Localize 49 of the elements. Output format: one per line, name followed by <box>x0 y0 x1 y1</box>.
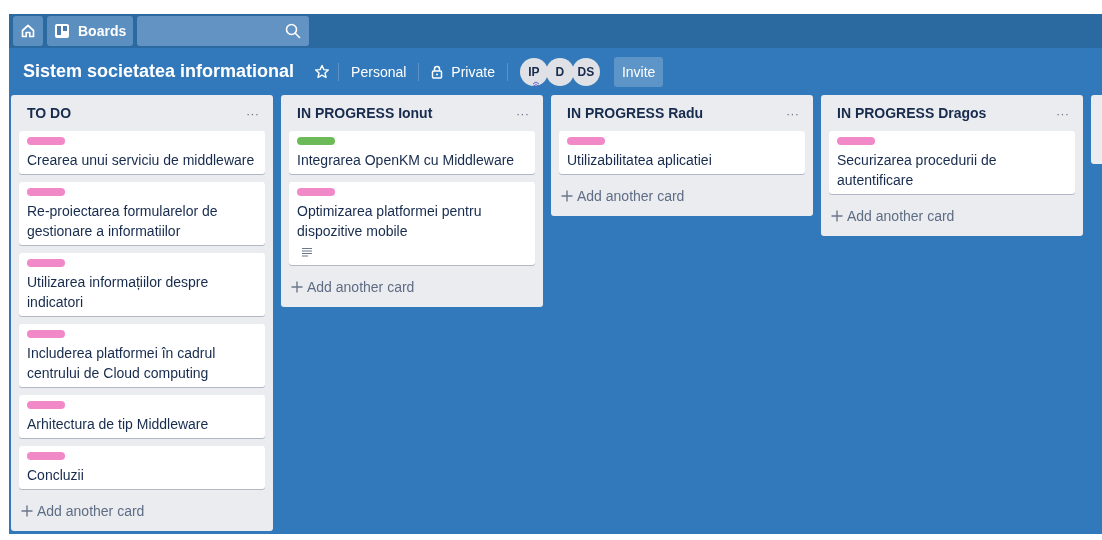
card[interactable]: Re-proiectarea formularelor de gestionare a informatiilor <box>19 182 265 245</box>
card-title: Integrarea OpenKM cu Middleware <box>297 151 515 170</box>
board-icon <box>54 23 70 39</box>
card[interactable]: Utilizabilitatea aplicatiei <box>559 131 805 174</box>
card[interactable]: Arhitectura de tip Middleware <box>19 395 265 438</box>
visibility-button[interactable]: Private <box>427 63 499 80</box>
card[interactable]: Securizarea procedurii de autentificare <box>829 131 1075 194</box>
list-menu-button[interactable]: ··· <box>242 105 263 121</box>
card-title: Re-proiectarea formularelor de gestionare a informatiilor <box>27 202 219 241</box>
card[interactable]: Crearea unui serviciu de middleware <box>19 131 265 174</box>
card[interactable]: Utilizarea informațiilor despre indicatori <box>19 253 265 316</box>
plus-icon <box>561 190 573 202</box>
card-title: Securizarea procedurii de autentificare <box>837 151 998 190</box>
card-title: Crearea unui serviciu de middleware <box>27 151 255 170</box>
member-avatar[interactable]: IP <box>519 57 548 86</box>
member-avatar[interactable]: DS <box>571 57 600 86</box>
search-icon <box>285 23 302 39</box>
add-card-button[interactable]: Add another card <box>829 202 957 228</box>
add-card-button[interactable]: Add another card <box>19 497 147 523</box>
team-button[interactable]: Personal <box>347 63 411 80</box>
list-title: IN PROGRESS Radu <box>567 105 704 121</box>
card[interactable]: Concluzii <box>19 446 265 489</box>
card[interactable]: Optimizarea platformei pentru dispozitive mobile <box>289 182 535 265</box>
plus-icon <box>21 505 33 517</box>
plus-icon <box>291 281 303 293</box>
lock-icon <box>431 64 444 79</box>
card-title: Includerea platformei în cadrul centrului de Cloud computing <box>27 344 217 383</box>
add-card-button[interactable]: Add another card <box>559 182 687 208</box>
list-menu-button[interactable]: ··· <box>782 105 803 121</box>
home-icon <box>20 23 36 39</box>
board-title[interactable]: Sistem societatea informational <box>23 61 295 82</box>
home-button[interactable] <box>13 16 43 46</box>
card[interactable]: Integrarea OpenKM cu Middleware <box>289 131 535 174</box>
card[interactable]: Includerea platformei în cadrul centrului de Cloud computing <box>19 324 265 387</box>
list-menu-button[interactable]: ··· <box>512 105 533 121</box>
plus-icon <box>831 210 843 222</box>
star-icon[interactable] <box>314 63 331 80</box>
card-title: Concluzii <box>27 466 84 485</box>
add-card-button[interactable]: Add another card <box>289 273 417 299</box>
member-avatar[interactable]: D <box>545 57 574 86</box>
list-menu-button[interactable]: ··· <box>1052 105 1073 121</box>
card-title: Utilizabilitatea aplicatiei <box>567 151 712 170</box>
list-title: IN PROGRESS Dragos <box>837 105 987 121</box>
card-title: Utilizarea informațiilor despre indicatori <box>27 273 210 312</box>
search-field[interactable] <box>137 16 310 46</box>
card-title: Arhitectura de tip Middleware <box>27 415 209 434</box>
list-title: IN PROGRESS Ionut <box>297 105 433 121</box>
card-title: Optimizarea platformei pentru dispozitive mobile <box>297 202 483 241</box>
list-title: TO DO <box>27 105 72 121</box>
